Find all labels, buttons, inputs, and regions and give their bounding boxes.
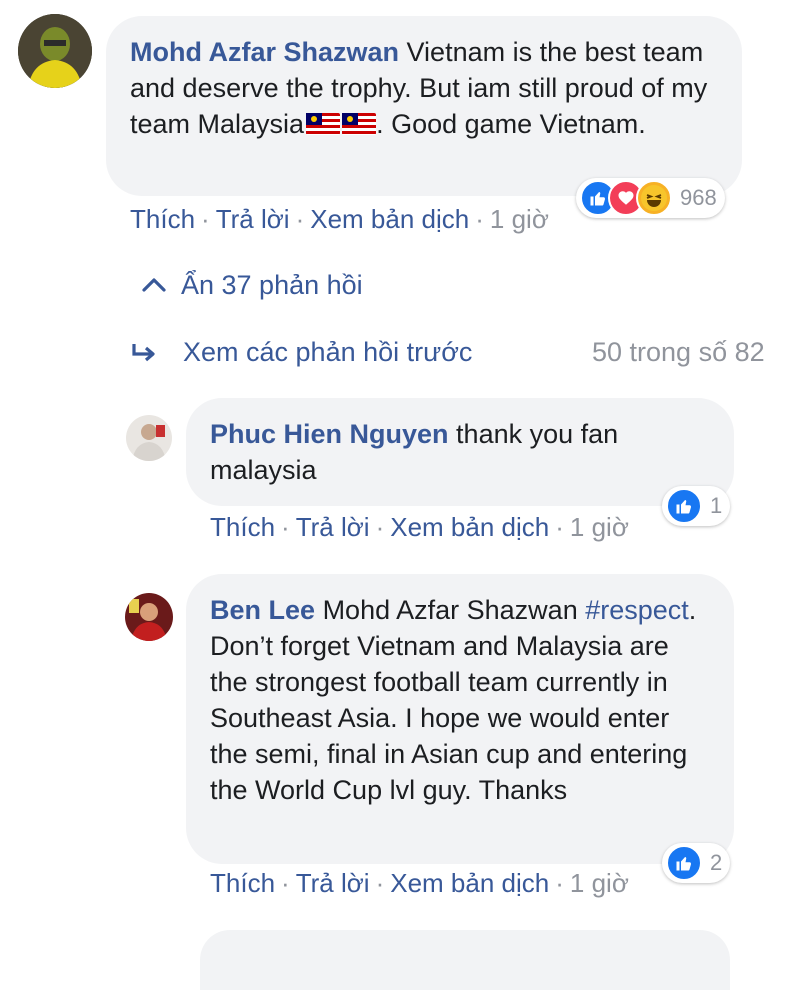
- avatar-image: [126, 415, 172, 461]
- comment-actions: Thích · Trả lời · Xem bản dịch · 1 giờ: [130, 204, 549, 235]
- malaysia-flag-icon: [306, 113, 341, 135]
- comment-actions: Thích · Trả lời · Xem bản dịch · 1 giờ: [210, 512, 629, 543]
- separator: ·: [295, 204, 305, 234]
- haha-icon: [636, 180, 672, 216]
- reaction-summary[interactable]: 1: [662, 486, 731, 526]
- reply-link[interactable]: Trả lời: [296, 512, 370, 542]
- view-previous-replies-link[interactable]: Xem các phản hồi trước: [183, 337, 472, 368]
- hide-replies-link[interactable]: Ẩn 37 phản hồi: [181, 270, 363, 301]
- reply-bubble: Ben Lee Mohd Azfar Shazwan #respect. Don…: [186, 574, 734, 864]
- like-link[interactable]: Thích: [210, 868, 275, 898]
- comment-author[interactable]: Ben Lee: [210, 595, 315, 625]
- reaction-count: 1: [710, 493, 723, 518]
- separator: ·: [475, 204, 484, 234]
- chevron-up-icon[interactable]: [141, 274, 167, 299]
- translate-link[interactable]: Xem bản dịch: [390, 868, 549, 898]
- mention[interactable]: Mohd Azfar Shazwan: [323, 595, 578, 625]
- reaction-summary[interactable]: 968: [576, 178, 725, 218]
- comment-author[interactable]: Phuc Hien Nguyen: [210, 419, 449, 449]
- avatar-image: [18, 14, 92, 88]
- hashtag-link[interactable]: #respect: [585, 595, 689, 625]
- separator: ·: [555, 868, 564, 898]
- comment-time[interactable]: 1 giờ: [570, 868, 629, 898]
- separator: ·: [375, 868, 385, 898]
- reply-arrow-icon[interactable]: [128, 340, 158, 371]
- separator: ·: [281, 868, 290, 898]
- separator: ·: [555, 512, 564, 542]
- avatar-image: [125, 593, 173, 641]
- separator: ·: [281, 512, 290, 542]
- comment-author[interactable]: Mohd Azfar Shazwan: [130, 37, 399, 67]
- comment-actions: Thích · Trả lời · Xem bản dịch · 1 giờ: [210, 868, 629, 899]
- reply-bubble: Phuc Hien Nguyen thank you fan malaysia: [186, 398, 734, 506]
- comment-text: . Don’t forget Vietnam and Malaysia are …: [210, 595, 697, 805]
- comment-time[interactable]: 1 giờ: [570, 512, 629, 542]
- avatar[interactable]: [18, 14, 92, 88]
- like-icon: [666, 488, 702, 524]
- translate-link[interactable]: Xem bản dịch: [390, 512, 549, 542]
- like-icon: [666, 845, 702, 881]
- malaysia-flag-icon: [342, 113, 377, 135]
- separator: ·: [375, 512, 385, 542]
- avatar[interactable]: [125, 593, 173, 641]
- reply-link[interactable]: Trả lời: [216, 204, 290, 234]
- comment-text-end: . Good game Vietnam.: [376, 109, 646, 139]
- reaction-count: 968: [680, 185, 717, 210]
- like-link[interactable]: Thích: [130, 204, 195, 234]
- reaction-count: 2: [710, 850, 723, 875]
- reaction-summary[interactable]: 2: [662, 843, 731, 883]
- avatar[interactable]: [126, 415, 172, 461]
- like-link[interactable]: Thích: [210, 512, 275, 542]
- reply-link[interactable]: Trả lời: [296, 868, 370, 898]
- comment-time[interactable]: 1 giờ: [490, 204, 549, 234]
- comment-bubble: Mohd Azfar Shazwan Vietnam is the best t…: [106, 16, 742, 196]
- translate-link[interactable]: Xem bản dịch: [310, 204, 469, 234]
- separator: ·: [201, 204, 210, 234]
- reply-counter: 50 trong số 82: [592, 337, 765, 367]
- next-reply-bubble: [200, 930, 730, 990]
